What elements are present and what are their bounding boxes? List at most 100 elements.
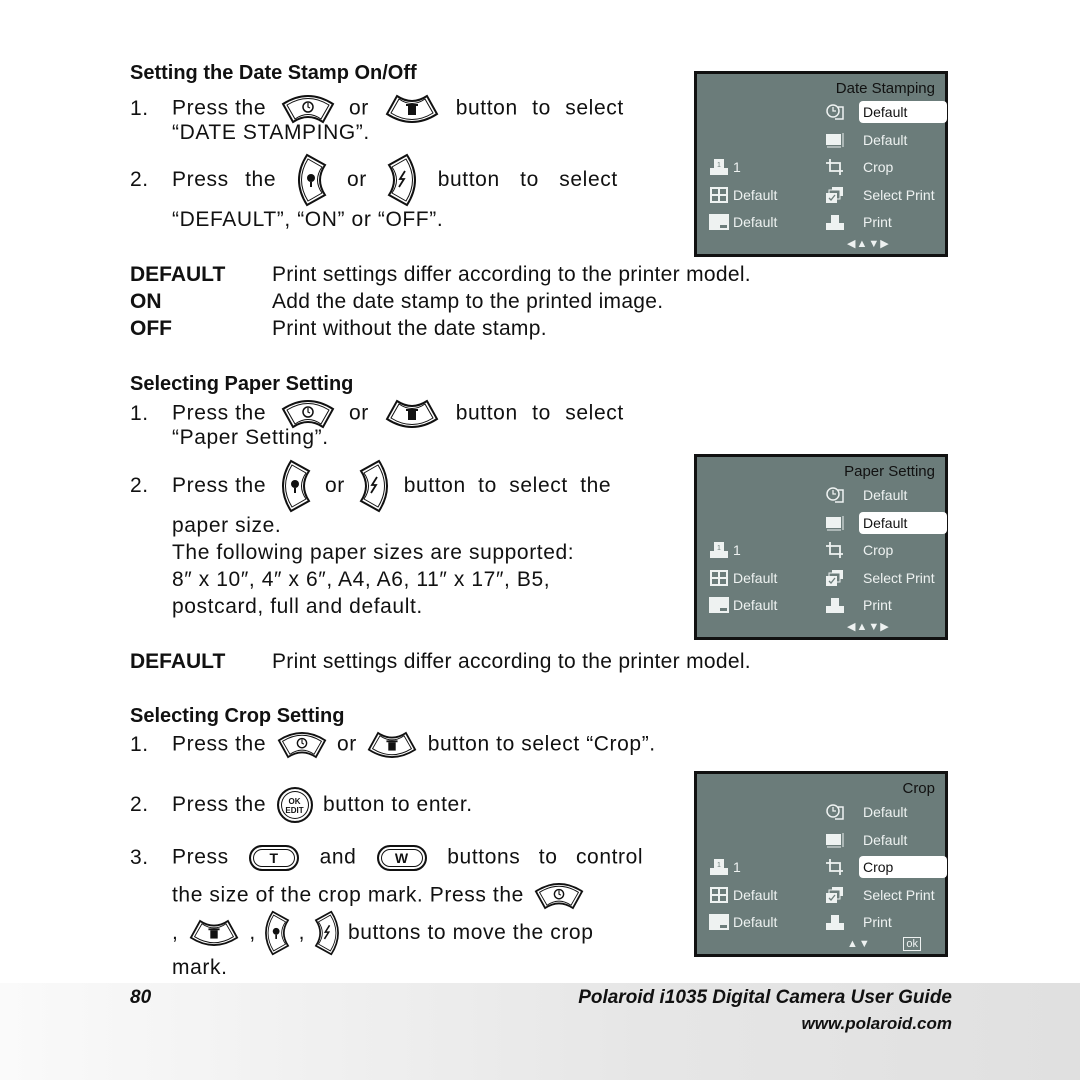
left-button-icon xyxy=(281,459,311,513)
paper-sizes-list-cont: postcard, full and default. xyxy=(172,595,423,618)
step-text: Press the xyxy=(172,96,267,120)
lcd-menu-item[interactable]: Default xyxy=(859,801,951,823)
step-text: Press the xyxy=(172,168,277,191)
step-text: button to select “Crop”. xyxy=(427,732,656,756)
copies-icon: 1 xyxy=(709,541,729,559)
select-print-icon xyxy=(825,186,845,204)
lcd-menu-item-label: Print xyxy=(863,597,892,613)
print-icon xyxy=(825,913,845,931)
date-stamp-icon xyxy=(825,803,845,821)
step-number: 1. xyxy=(130,96,149,120)
definition-value: Print settings differ according to the p… xyxy=(272,263,751,286)
lcd-menu-item[interactable]: Print xyxy=(859,594,951,616)
paper-step-2: 2. Press the or button to select the xyxy=(130,458,611,514)
edit-label: EDIT xyxy=(285,806,304,816)
lcd-menu-item-label: Select Print xyxy=(863,187,935,203)
step-text: button to enter. xyxy=(322,793,473,816)
definition-key: DEFAULT xyxy=(130,650,226,673)
lcd-menu-item[interactable]: Default xyxy=(859,101,951,123)
step-number: 2. xyxy=(130,168,149,191)
lcd-menu-item[interactable]: Select Print xyxy=(859,567,951,589)
crop-step-3-buttons: , , , buttons to move the crop xyxy=(172,910,593,956)
print-icon xyxy=(825,596,845,614)
navigation-arrows-icon: ◀▲▼▶ xyxy=(847,238,890,250)
right-button-icon xyxy=(314,910,340,956)
step-text: Press the xyxy=(172,401,267,425)
lcd-menu-item[interactable]: Default xyxy=(859,484,951,506)
layout-icon xyxy=(709,186,729,204)
date-stamp-step-2-cont: “DEFAULT”, “ON” or “OFF”. xyxy=(172,208,444,231)
lcd-menu-item-label: Default xyxy=(863,832,908,848)
copies-icon: 1 xyxy=(709,858,729,876)
svg-text:1: 1 xyxy=(717,545,721,552)
lcd-screen-crop: Crop Default Default Crop Select Print Print 1… xyxy=(694,771,948,957)
lcd-info-value: 1 xyxy=(733,542,741,558)
guide-title: Polaroid i1035 Digital Camera User Guide xyxy=(578,987,952,1008)
step-text: or xyxy=(348,96,369,120)
paper-sizes-list: 8″ x 10″, 4″ x 6″, A4, A6, 11″ x 17″, B5… xyxy=(172,568,551,591)
tele-label: T xyxy=(269,850,279,866)
lcd-menu-item[interactable]: Print xyxy=(859,211,951,233)
definition-key: OFF xyxy=(130,317,172,340)
lcd-menu-item-label: Default xyxy=(863,132,908,148)
lcd-menu-item[interactable]: Crop xyxy=(859,539,951,561)
lcd-menu-item-label: Print xyxy=(863,914,892,930)
definition-row: DEFAULT Print settings differ according … xyxy=(130,650,880,677)
step-text: buttons to control xyxy=(447,845,644,869)
step-text: buttons to move the crop xyxy=(347,921,594,944)
paper-step-1-cont: “Paper Setting”. xyxy=(172,426,329,449)
print-icon xyxy=(825,213,845,231)
crop-step-3-end: mark. xyxy=(172,956,228,979)
quality-icon xyxy=(709,213,729,231)
copies-icon: 1 xyxy=(709,158,729,176)
step-text: button to select xyxy=(455,96,624,120)
website-link[interactable]: www.polaroid.com xyxy=(802,1014,953,1034)
step-text: or xyxy=(336,732,357,756)
step-text: Press xyxy=(172,845,229,869)
step-text: the size of the crop mark. Press the xyxy=(172,883,524,907)
wide-button-icon: W xyxy=(376,845,427,871)
date-stamp-definitions: DEFAULT Print settings differ according … xyxy=(130,263,751,344)
lcd-menu-item[interactable]: Print xyxy=(859,911,951,933)
lcd-menu-item[interactable]: Crop xyxy=(859,156,951,178)
lcd-info-value: Default xyxy=(733,597,778,613)
lcd-menu-item[interactable]: Default xyxy=(859,829,951,851)
step-text: button to select the xyxy=(403,474,612,497)
up-button-icon xyxy=(277,731,327,759)
step-text: Press the xyxy=(172,474,267,497)
paper-size-icon xyxy=(825,514,845,532)
lcd-menu-item[interactable]: Default xyxy=(859,512,951,534)
crop-step-2: 2. Press the OK EDIT button to enter. xyxy=(130,786,473,824)
select-print-icon xyxy=(825,569,845,587)
step-number: 1. xyxy=(130,401,149,425)
step-text: Press the xyxy=(172,732,267,756)
separator: , xyxy=(298,921,306,944)
date-stamp-step-2: 2. Press the or button to select xyxy=(130,152,618,208)
separator: , xyxy=(249,921,256,944)
paper-size-icon xyxy=(825,831,845,849)
right-button-icon xyxy=(359,459,389,513)
wide-label: W xyxy=(394,850,409,866)
select-print-icon xyxy=(825,886,845,904)
navigation-arrows-icon: ◀▲▼▶ xyxy=(847,621,890,633)
lcd-info-value: 1 xyxy=(733,159,741,175)
section-heading-paper: Selecting Paper Setting xyxy=(130,373,354,395)
definition-value: Print without the date stamp. xyxy=(272,317,547,340)
lcd-menu-item[interactable]: Crop xyxy=(859,856,951,878)
lcd-menu-item-label: Select Print xyxy=(863,570,935,586)
lcd-menu-item[interactable]: Select Print xyxy=(859,884,951,906)
svg-text:1: 1 xyxy=(717,862,721,869)
crop-icon xyxy=(825,541,845,559)
down-button-icon xyxy=(367,731,417,759)
lcd-info-value: Default xyxy=(733,187,778,203)
lcd-info-value: Default xyxy=(733,570,778,586)
right-button-icon xyxy=(387,153,417,207)
crop-icon xyxy=(825,158,845,176)
paper-step-1: 1. Press the or button to select xyxy=(130,399,624,429)
lcd-title: Date Stamping xyxy=(835,80,935,97)
section-heading-date-stamp: Setting the Date Stamp On/Off xyxy=(130,62,417,84)
up-button-icon xyxy=(281,399,335,429)
lcd-menu-item[interactable]: Select Print xyxy=(859,184,951,206)
definition-value: Add the date stamp to the printed image. xyxy=(272,290,664,313)
lcd-menu-item[interactable]: Default xyxy=(859,129,951,151)
